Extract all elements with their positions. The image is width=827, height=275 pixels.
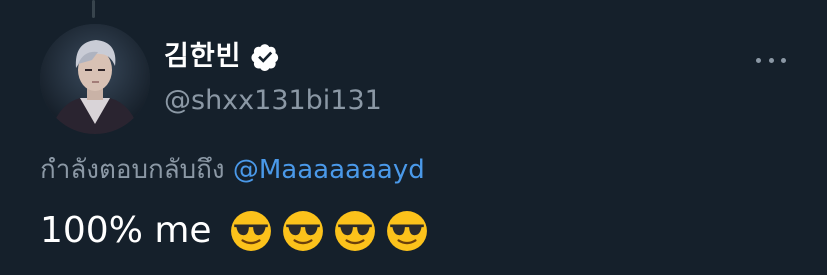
sunglasses-emoji-icon [334, 211, 375, 251]
thread-connector-line [92, 0, 95, 18]
more-dot [781, 57, 786, 63]
sunglasses-emoji-icon [230, 211, 271, 251]
avatar[interactable] [40, 24, 150, 134]
emoji-group [230, 210, 438, 252]
reply-mention-link[interactable]: @Maaaaaaayd [233, 155, 425, 185]
sunglasses-emoji-icon [282, 211, 323, 251]
user-handle[interactable]: @shxx131bi131 [164, 84, 382, 118]
more-dot [756, 57, 761, 63]
user-display-name-row[interactable]: 김한빈 [164, 38, 280, 76]
more-options-icon[interactable] [756, 50, 786, 70]
replying-to-row: กำลังตอบกลับถึง @Maaaaaaayd [40, 153, 425, 187]
replying-to-label: กำลังตอบกลับถึง [40, 155, 225, 185]
display-name[interactable]: 김한빈 [164, 38, 242, 76]
tweet-text: 100% me [40, 210, 212, 251]
verified-badge-icon [250, 44, 278, 71]
tweet-body: 100% me [40, 208, 438, 254]
more-dot [768, 57, 774, 63]
avatar-image [40, 24, 150, 134]
sunglasses-emoji-icon [386, 211, 427, 251]
